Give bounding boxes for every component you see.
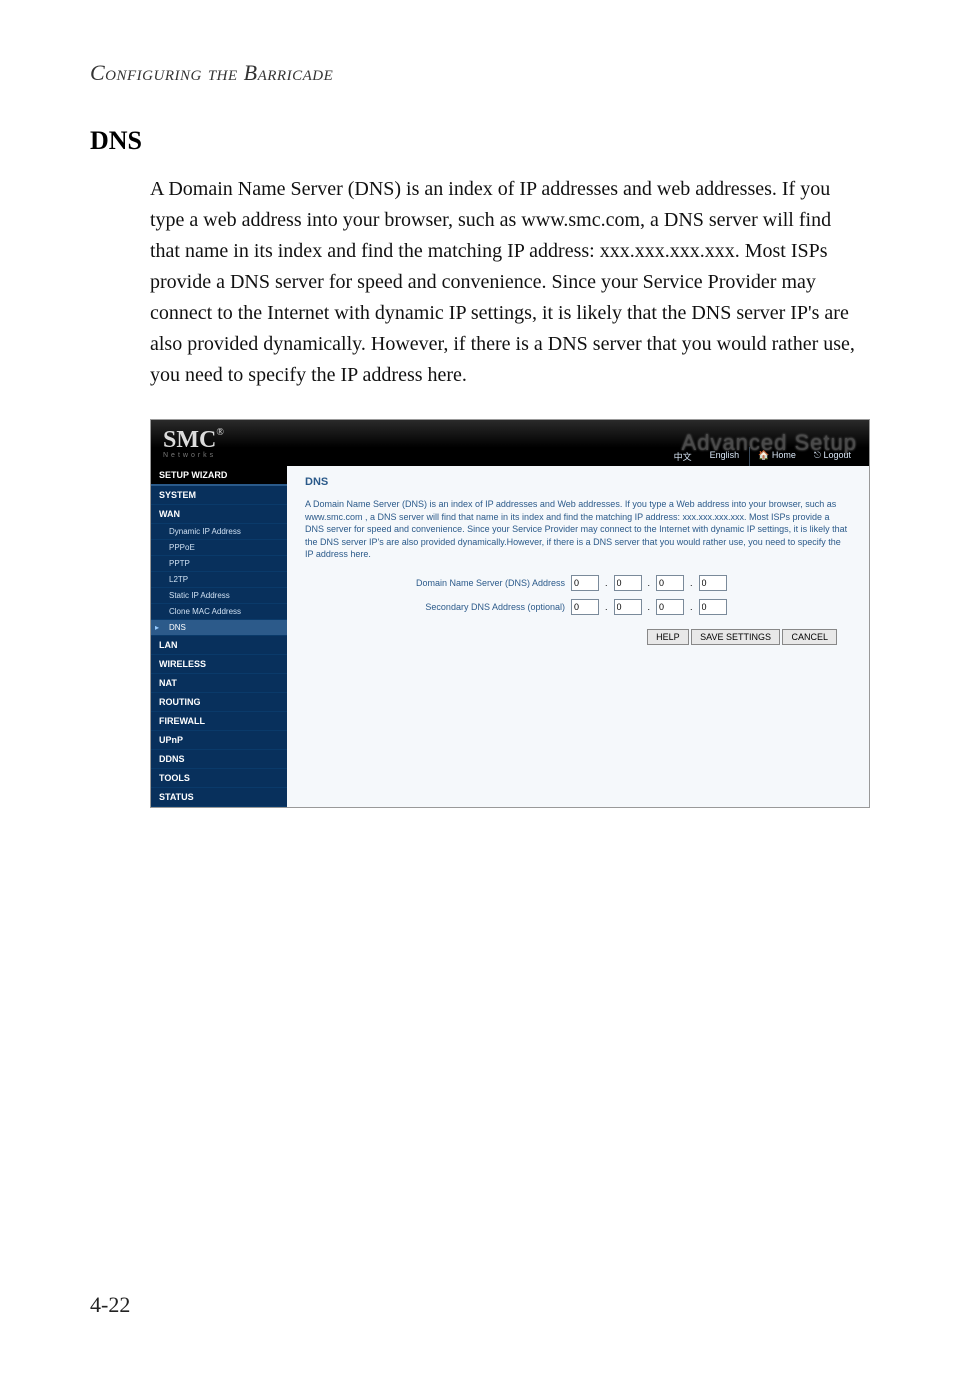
- top-nav: 中文 English 🏠 Home ⎋ Logout: [666, 447, 859, 466]
- page-number: 4-22: [90, 1292, 130, 1318]
- dot-icon: .: [605, 578, 608, 588]
- body-paragraph: A Domain Name Server (DNS) is an index o…: [150, 174, 864, 391]
- content-title: DNS: [305, 476, 851, 488]
- sidebar: SETUP WIZARD SYSTEM WAN Dynamic IP Addre…: [151, 466, 287, 807]
- dns-octet-1[interactable]: [571, 575, 599, 591]
- dns2-octet-1[interactable]: [571, 599, 599, 615]
- logo-text: SMC: [163, 427, 216, 453]
- sidebar-wan[interactable]: WAN: [151, 505, 287, 524]
- dns-row: Domain Name Server (DNS) Address . . .: [305, 575, 851, 591]
- sidebar-pptp[interactable]: PPTP: [151, 556, 287, 572]
- dns-octet-2[interactable]: [614, 575, 642, 591]
- smc-logo: SMC® Networks: [163, 428, 224, 459]
- sidebar-wireless[interactable]: WIRELESS: [151, 655, 287, 674]
- topnav-chinese[interactable]: 中文: [666, 447, 700, 466]
- logo-reg: ®: [216, 427, 223, 438]
- save-settings-button[interactable]: SAVE SETTINGS: [691, 629, 780, 645]
- sidebar-status[interactable]: STATUS: [151, 788, 287, 807]
- secondary-dns-label: Secondary DNS Address (optional): [305, 602, 565, 612]
- sidebar-pppoe[interactable]: PPPoE: [151, 540, 287, 556]
- dot-icon: .: [605, 602, 608, 612]
- dns-label: Domain Name Server (DNS) Address: [305, 578, 565, 588]
- sidebar-l2tp[interactable]: L2TP: [151, 572, 287, 588]
- logo-subtitle: Networks: [163, 452, 224, 459]
- sidebar-setup-wizard[interactable]: SETUP WIZARD: [151, 466, 287, 486]
- sidebar-static-ip[interactable]: Static IP Address: [151, 588, 287, 604]
- topnav-home-label: Home: [772, 450, 796, 460]
- content-description: A Domain Name Server (DNS) is an index o…: [305, 498, 851, 561]
- dns2-octet-2[interactable]: [614, 599, 642, 615]
- sidebar-system[interactable]: SYSTEM: [151, 486, 287, 505]
- secondary-dns-row: Secondary DNS Address (optional) . . .: [305, 599, 851, 615]
- sidebar-nat[interactable]: NAT: [151, 674, 287, 693]
- sidebar-upnp[interactable]: UPnP: [151, 731, 287, 750]
- dot-icon: .: [690, 602, 693, 612]
- dns2-octet-4[interactable]: [699, 599, 727, 615]
- dot-icon: .: [648, 578, 651, 588]
- dns-octet-4[interactable]: [699, 575, 727, 591]
- sidebar-tools[interactable]: TOOLS: [151, 769, 287, 788]
- cancel-button[interactable]: CANCEL: [782, 629, 837, 645]
- router-header: SMC® Networks Advanced Setup 中文 English …: [151, 420, 869, 466]
- sidebar-clone-mac[interactable]: Clone MAC Address: [151, 604, 287, 620]
- section-title: DNS: [90, 126, 864, 156]
- sidebar-ddns[interactable]: DDNS: [151, 750, 287, 769]
- dns-octet-3[interactable]: [656, 575, 684, 591]
- sidebar-dynamic-ip[interactable]: Dynamic IP Address: [151, 524, 287, 540]
- topnav-home[interactable]: 🏠 Home: [749, 447, 804, 466]
- sidebar-routing[interactable]: ROUTING: [151, 693, 287, 712]
- sidebar-lan[interactable]: LAN: [151, 636, 287, 655]
- topnav-logout-label: Logout: [823, 450, 851, 460]
- dot-icon: .: [690, 578, 693, 588]
- content-panel: DNS A Domain Name Server (DNS) is an ind…: [287, 466, 869, 807]
- topnav-english[interactable]: English: [702, 447, 748, 466]
- sidebar-dns[interactable]: DNS: [151, 620, 287, 636]
- page-header: Configuring the Barricade: [90, 60, 864, 86]
- dot-icon: .: [648, 602, 651, 612]
- help-button[interactable]: HELP: [647, 629, 689, 645]
- topnav-logout[interactable]: ⎋ Logout: [806, 447, 859, 466]
- router-ui-screenshot: SMC® Networks Advanced Setup 中文 English …: [150, 419, 870, 808]
- sidebar-firewall[interactable]: FIREWALL: [151, 712, 287, 731]
- button-row: HELP SAVE SETTINGS CANCEL: [305, 629, 851, 645]
- dns2-octet-3[interactable]: [656, 599, 684, 615]
